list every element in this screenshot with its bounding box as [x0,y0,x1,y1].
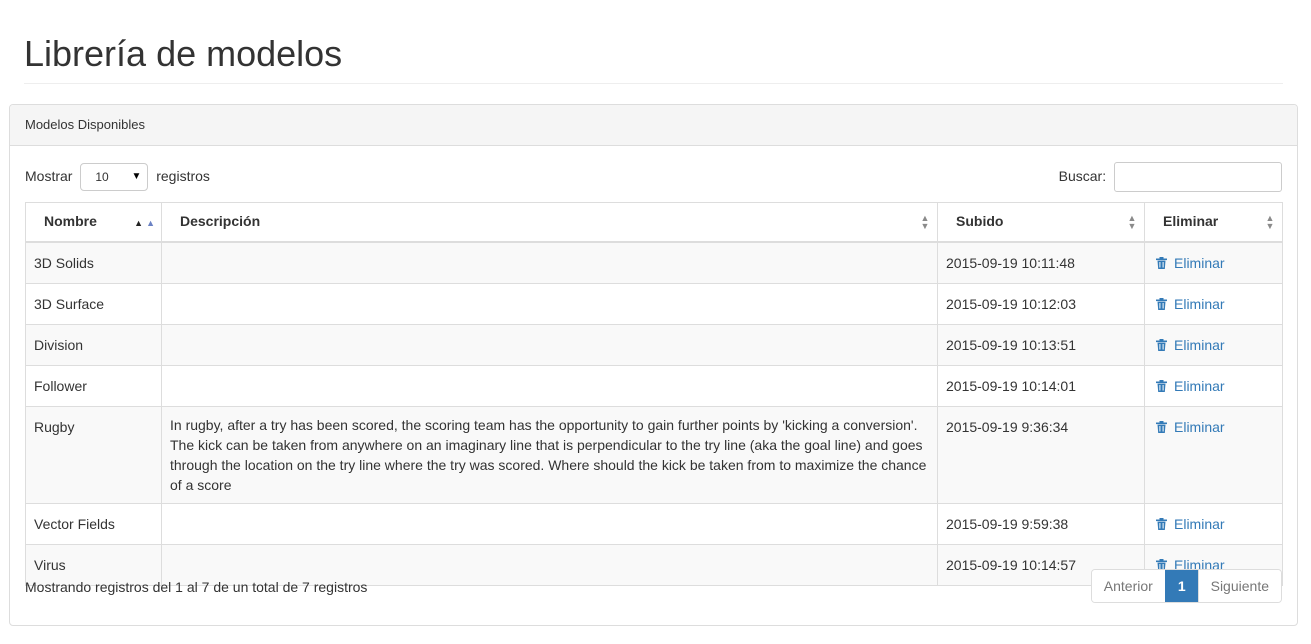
models-table: Nombre ▲ ▲ Descripción ▲ ▼ Subido ▲ ▼ Elimi… [25,202,1283,586]
cell-action: Eliminar [1144,405,1283,504]
table-info: Mostrando registros del 1 al 7 de un tot… [25,579,368,595]
cell-description [161,282,938,325]
cell-description [161,323,938,366]
pagination: Anterior 1 Siguiente [1090,569,1282,603]
sort-both-icon: ▲ ▼ [1265,213,1275,231]
delete-label: Eliminar [1174,418,1225,435]
cell-description [161,364,938,407]
sort-both-icon: ▲ ▼ [920,213,930,231]
page-title: Librería de modelos [24,33,343,74]
cell-name: Vector Fields [25,502,162,545]
cell-description [161,502,938,545]
delete-label: Eliminar [1174,515,1225,532]
show-label: Mostrar [25,168,73,184]
cell-name: 3D Surface [25,282,162,325]
trash-icon [1156,256,1167,269]
table-controls: Mostrar 10 ▼ registros Buscar: [25,161,1282,193]
delete-label: Eliminar [1174,295,1225,312]
sort-asc-icon: ▲ ▲ [134,218,155,228]
trash-icon [1156,379,1167,392]
column-header-label: Eliminar [1163,213,1219,229]
column-header-descripcion[interactable]: Descripción ▲ ▼ [161,202,938,243]
cell-action: Eliminar [1144,502,1283,545]
search-label: Buscar: [1058,168,1107,184]
cell-action: Eliminar [1144,323,1283,366]
delete-link[interactable]: Eliminar [1153,337,1225,353]
caret-down-icon: ▼ [131,171,142,183]
title-divider [24,83,1283,84]
page-1-button[interactable]: 1 [1164,570,1198,602]
column-header-label: Nombre [44,213,97,229]
cell-action: Eliminar [1144,282,1283,325]
cell-uploaded: 2015-09-19 9:36:34 [937,405,1145,504]
delete-label: Eliminar [1174,254,1225,271]
search-control: Buscar: [1058,161,1282,193]
delete-link[interactable]: Eliminar [1153,516,1225,532]
trash-icon [1156,338,1167,351]
page-length-select[interactable]: 10 ▼ [80,163,149,192]
cell-name: 3D Solids [25,241,162,284]
page-length-value: 10 [95,170,109,185]
cell-uploaded: 2015-09-19 10:11:48 [937,241,1145,284]
column-header-label: Subido [956,213,1004,229]
page-length-control: Mostrar 10 ▼ registros [25,161,210,192]
delete-link[interactable]: Eliminar [1153,255,1225,271]
column-header-eliminar[interactable]: Eliminar ▲ ▼ [1144,202,1283,243]
records-label: registros [156,168,210,184]
table-row: Rugby In rugby, after a try has been sco… [25,405,1283,504]
column-header-nombre[interactable]: Nombre ▲ ▲ [25,202,162,243]
table-row: Division 2015-09-19 10:13:51 Eliminar [25,323,1283,366]
cell-description [161,241,938,284]
cell-name: Rugby [25,405,162,504]
cell-action: Eliminar [1144,364,1283,407]
trash-icon [1156,517,1167,530]
sort-both-icon: ▲ ▼ [1127,213,1137,231]
cell-uploaded: 2015-09-19 10:12:03 [937,282,1145,325]
panel-heading: Modelos Disponibles [10,105,1297,146]
trash-icon [1156,297,1167,310]
column-header-label: Descripción [180,213,261,229]
models-panel: Modelos Disponibles Mostrar 10 ▼ registr… [9,104,1298,626]
table-row: Follower 2015-09-19 10:14:01 Eliminar [25,364,1283,407]
delete-label: Eliminar [1174,377,1225,394]
cell-description: In rugby, after a try has been scored, t… [161,405,938,504]
table-row: 3D Surface 2015-09-19 10:12:03 Eliminar [25,282,1283,325]
delete-label: Eliminar [1174,336,1225,353]
cell-name: Division [25,323,162,366]
table-header-row: Nombre ▲ ▲ Descripción ▲ ▼ Subido ▲ ▼ Elimi… [25,202,1283,243]
cell-action: Eliminar [1144,241,1283,284]
previous-page-button[interactable]: Anterior [1091,570,1165,602]
cell-uploaded: 2015-09-19 9:59:38 [937,502,1145,545]
table-row: 3D Solids 2015-09-19 10:11:48 Eliminar [25,241,1283,284]
next-page-button[interactable]: Siguiente [1197,570,1281,602]
delete-link[interactable]: Eliminar [1153,296,1225,312]
cell-uploaded: 2015-09-19 10:14:01 [937,364,1145,407]
column-header-subido[interactable]: Subido ▲ ▼ [937,202,1145,243]
delete-link[interactable]: Eliminar [1153,419,1225,435]
trash-icon [1156,420,1167,433]
search-input[interactable] [1114,162,1282,193]
delete-link[interactable]: Eliminar [1153,378,1225,394]
table-row: Vector Fields 2015-09-19 9:59:38 Elimina… [25,502,1283,545]
cell-name: Follower [25,364,162,407]
cell-uploaded: 2015-09-19 10:13:51 [937,323,1145,366]
